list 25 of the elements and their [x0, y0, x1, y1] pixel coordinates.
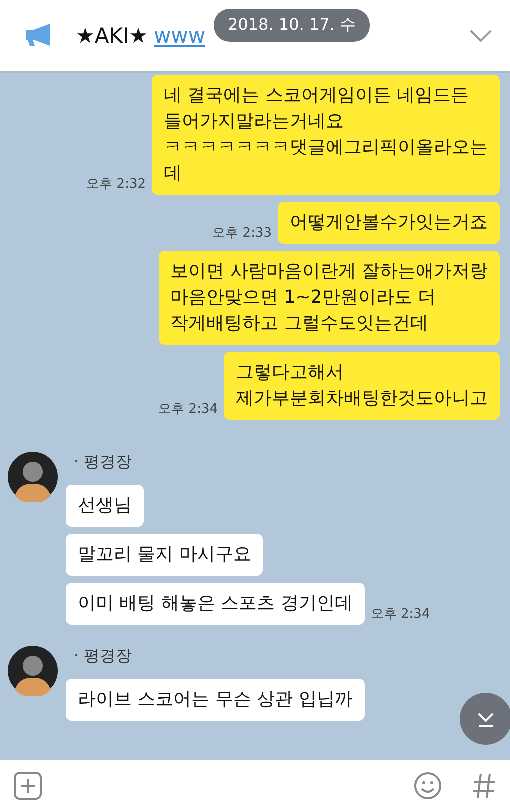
timestamp: 오후 2:33 — [212, 225, 272, 243]
timestamp: 오후 2:32 — [86, 176, 146, 194]
message-bubble: 보이면 사람마음이란게 잘하는애가저랑 마음안맞으면 1~2만원이라도 더 작게배팅하고 그럴수도잇는건데 — [158, 251, 500, 345]
message-bubble: 라이브 스코어는 무슨 상관 입닙까 — [66, 679, 365, 721]
link[interactable]: www — [154, 24, 206, 48]
avatar[interactable] — [8, 452, 58, 502]
message-bubble: 말꼬리 물지 마시구요 — [66, 534, 264, 576]
message-bubble: 선생님 — [66, 485, 144, 527]
message-bubble: 어떻게안볼수가잇는거죠 — [278, 202, 500, 244]
sender-name: · 평경장 — [74, 646, 132, 667]
chevron-down-icon[interactable] — [470, 30, 492, 42]
timestamp: 오후 2:34 — [370, 606, 430, 624]
message-bubble: 그렇다고해서 제가부분회차배팅한것도아니고 — [224, 352, 500, 420]
date-pill: 2018. 10. 17. 수 — [214, 9, 370, 42]
message-bubble: 네 결국에는 스코어게임이든 네임드든 들어가지말라는거네요 ㅋㅋㅋㅋㅋㅋㅋ댓글에그리픽이올라오는 데 — [152, 75, 500, 195]
message-bubble: 이미 배팅 해놓은 스포츠 경기인데 — [66, 583, 365, 625]
emoji-icon[interactable] — [414, 772, 442, 800]
timestamp: 오후 2:34 — [158, 401, 218, 419]
avatar[interactable] — [8, 646, 58, 696]
hashtag-icon[interactable] — [472, 772, 496, 800]
sender-name: · 평경장 — [74, 452, 132, 473]
add-icon[interactable] — [14, 772, 42, 800]
chat-title: ★AKI★ — [76, 24, 148, 48]
scroll-down-button[interactable] — [460, 693, 510, 745]
megaphone-icon — [24, 24, 52, 48]
